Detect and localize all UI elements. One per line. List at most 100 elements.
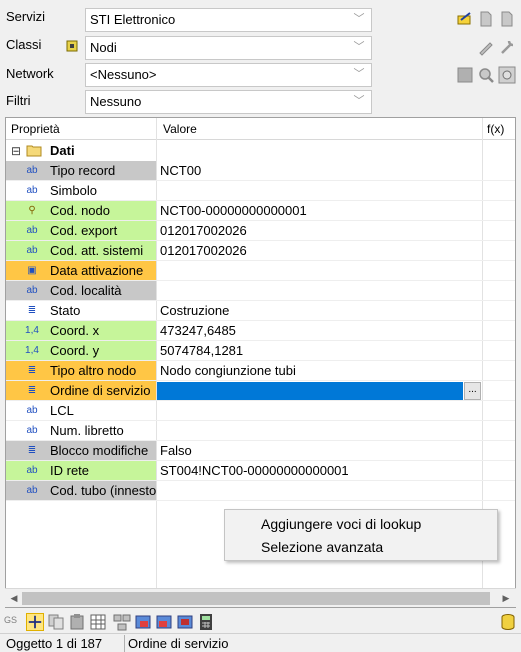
field-type-14-icon: 1,4	[25, 345, 39, 356]
network-value: <Nessuno>	[90, 67, 157, 82]
property-row[interactable]: Blocco modifiche ≣ Falso	[6, 441, 515, 461]
align-icon[interactable]	[26, 613, 44, 631]
ellipsis-button[interactable]: ...	[464, 382, 481, 400]
property-value[interactable]: 473247,6485	[160, 323, 236, 338]
property-row[interactable]: Stato ≣ Costruzione	[6, 301, 515, 321]
classi-value: Nodi	[90, 40, 117, 55]
table-icon[interactable]	[89, 613, 107, 631]
filtri-value: Nessuno	[90, 94, 142, 109]
field-type-ab-icon: ab	[26, 165, 38, 176]
field-type-14-icon: 1,4	[25, 325, 39, 336]
servizi-label: Servizi	[6, 9, 46, 24]
pencil-icon[interactable]	[477, 38, 495, 56]
context-menu: Aggiungere voci di lookup Selezione avan…	[224, 509, 498, 561]
copy-icon[interactable]	[47, 613, 65, 631]
property-row[interactable]: Tipo record ab NCT00	[6, 161, 515, 181]
menu-item-add-lookup[interactable]: Aggiungere voci di lookup	[261, 516, 421, 532]
report-icon[interactable]	[176, 613, 194, 631]
property-row[interactable]: Coord. x 1,4 473247,6485	[6, 321, 515, 341]
network-label: Network	[6, 66, 54, 81]
property-value[interactable]: ST004!NCT00-00000000000001	[160, 463, 349, 478]
field-type-list-icon: ≣	[27, 365, 37, 376]
selected-value-cell[interactable]	[157, 382, 463, 400]
document-arrow-icon[interactable]	[498, 10, 516, 28]
property-row[interactable]: Tipo altro nodo ≣ Nodo congiunzione tubi	[6, 361, 515, 381]
property-value[interactable]: 012017002026	[160, 223, 247, 238]
collapse-icon[interactable]: ⊟	[11, 144, 21, 158]
property-value[interactable]: 012017002026	[160, 243, 247, 258]
filtri-combo[interactable]: Nessuno ﹀	[85, 90, 372, 114]
row-divider	[6, 500, 515, 501]
field-type-key-icon: ⚲	[28, 205, 36, 216]
folder-icon	[26, 145, 42, 157]
servizi-row: Servizi STI Elettronico ﹀	[0, 7, 521, 33]
property-value[interactable]: Costruzione	[160, 303, 229, 318]
group-row-dati[interactable]: ⊟ Dati	[6, 141, 515, 161]
network-nodes-icon[interactable]	[113, 613, 131, 631]
horizontal-scrollbar[interactable]: ◀ ▶	[5, 588, 516, 607]
property-row[interactable]: Cod. tubo (innesto ab	[6, 481, 515, 501]
property-value[interactable]: NCT00	[160, 163, 201, 178]
group-label: Dati	[50, 143, 75, 158]
scroll-right-icon[interactable]: ▶	[499, 591, 513, 605]
property-row[interactable]: Cod. att. sistemi ab 012017002026	[6, 241, 515, 261]
field-type-ab-icon: ab	[26, 285, 38, 296]
property-row[interactable]: Ordine di servizio ≣...	[6, 381, 515, 401]
column-header-fx[interactable]: f(x)	[487, 122, 504, 136]
property-row[interactable]: Simbolo ab	[6, 181, 515, 201]
scroll-left-icon[interactable]: ◀	[7, 591, 21, 605]
field-type-ab-icon: ab	[26, 225, 38, 236]
chevron-down-icon[interactable]: ﹀	[353, 12, 365, 26]
wrench-icon[interactable]	[498, 38, 516, 56]
field-type-ab-icon: ab	[26, 425, 38, 436]
property-value[interactable]: 5074784,1281	[160, 343, 243, 358]
menu-item-advanced-selection[interactable]: Selezione avanzata	[261, 539, 383, 555]
record-counter: Oggetto 1 di 187	[6, 636, 103, 651]
gs-button[interactable]: GS	[4, 615, 22, 633]
class-icon	[66, 40, 78, 52]
chevron-down-icon[interactable]: ﹀	[353, 94, 365, 108]
classi-label: Classi	[6, 37, 42, 52]
property-grid[interactable]: Proprietà Valore f(x) ⊟ Dati Tipo record…	[5, 117, 516, 608]
field-type-ab-icon: ab	[26, 185, 38, 196]
import-icon[interactable]	[155, 613, 173, 631]
property-row[interactable]: LCL ab	[6, 401, 515, 421]
scrollbar-thumb[interactable]	[22, 592, 490, 605]
status-bar: Oggetto 1 di 187 Ordine di servizio	[0, 633, 521, 652]
property-value[interactable]: NCT00-00000000000001	[160, 203, 307, 218]
property-value[interactable]: Falso	[160, 443, 192, 458]
field-type-ab-icon: ab	[26, 245, 38, 256]
calculator-icon[interactable]	[197, 613, 215, 631]
property-row[interactable]: Coord. y 1,4 5074784,1281	[6, 341, 515, 361]
bottom-toolbar: GS	[0, 611, 521, 633]
field-type-calendar-icon: ▣	[27, 265, 37, 276]
document-icon[interactable]	[477, 10, 495, 28]
wand-icon[interactable]	[456, 10, 474, 28]
property-row[interactable]: Cod. nodo ⚲ NCT00-00000000000001	[6, 201, 515, 221]
property-row[interactable]: Num. libretto ab	[6, 421, 515, 441]
network-combo[interactable]: <Nessuno> ﹀	[85, 63, 372, 87]
property-row[interactable]: Cod. export ab 012017002026	[6, 221, 515, 241]
filtri-label: Filtri	[6, 93, 31, 108]
property-row[interactable]: Data attivazione ▣	[6, 261, 515, 281]
servizi-combo[interactable]: STI Elettronico ﹀	[85, 8, 372, 32]
chevron-down-icon[interactable]: ﹀	[353, 67, 365, 81]
filtri-row: Filtri Nessuno ﹀	[0, 89, 521, 115]
paste-icon[interactable]	[68, 613, 86, 631]
field-type-list-icon: ≣	[27, 385, 37, 396]
column-header-property[interactable]: Proprietà	[11, 122, 60, 136]
zoom-icon[interactable]	[477, 66, 495, 84]
current-field: Ordine di servizio	[128, 636, 229, 651]
classi-combo[interactable]: Nodi ﹀	[85, 36, 372, 60]
square-icon[interactable]	[456, 66, 474, 84]
property-value[interactable]: Nodo congiunzione tubi	[160, 363, 296, 378]
export-icon[interactable]	[134, 613, 152, 631]
property-row[interactable]: Cod. località ab	[6, 281, 515, 301]
database-icon[interactable]	[499, 613, 517, 631]
column-header-value[interactable]: Valore	[163, 122, 197, 136]
property-row[interactable]: ID rete ab ST004!NCT00-00000000000001	[6, 461, 515, 481]
zoom-extent-icon[interactable]	[498, 66, 516, 84]
servizi-value: STI Elettronico	[90, 12, 176, 27]
network-row: Network <Nessuno> ﹀	[0, 62, 521, 88]
chevron-down-icon[interactable]: ﹀	[353, 40, 365, 54]
